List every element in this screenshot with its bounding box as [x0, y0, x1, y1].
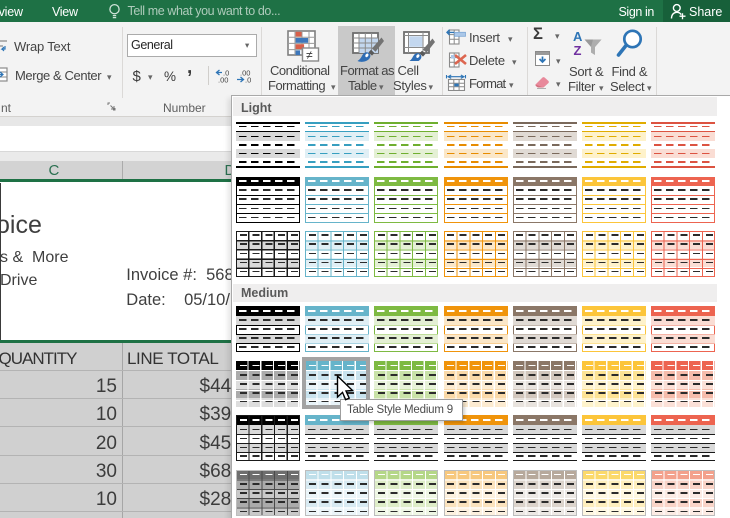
- svg-text:.0: .0: [245, 76, 251, 84]
- svg-text:.00: .00: [218, 76, 228, 84]
- svg-text:≠: ≠: [306, 48, 313, 62]
